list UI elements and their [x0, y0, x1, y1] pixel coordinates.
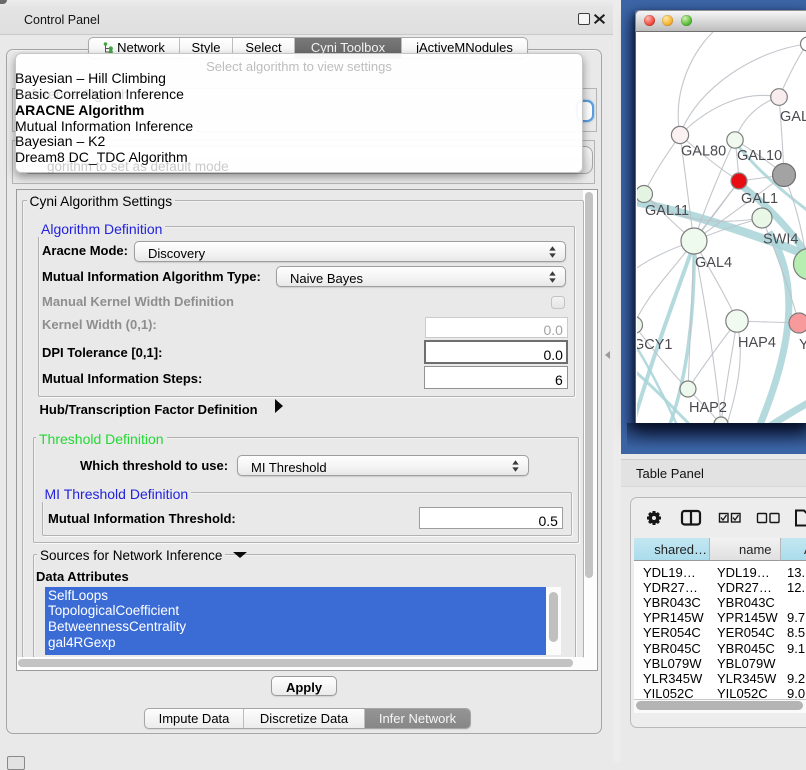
- svg-text:GCY1: GCY1: [637, 337, 673, 353]
- svg-text:GAL1: GAL1: [741, 191, 778, 207]
- svg-text:HAP4: HAP4: [738, 335, 776, 351]
- svg-text:GAL80: GAL80: [681, 144, 726, 160]
- svg-text:Y: Y: [799, 337, 806, 353]
- svg-text:SWI4: SWI4: [763, 232, 798, 248]
- svg-text:GAL10: GAL10: [737, 148, 782, 164]
- svg-text:GAL4: GAL4: [695, 255, 732, 271]
- svg-text:GAL7: GAL7: [780, 109, 806, 125]
- svg-text:GAL11: GAL11: [645, 203, 689, 219]
- svg-text:HAP2: HAP2: [689, 400, 727, 416]
